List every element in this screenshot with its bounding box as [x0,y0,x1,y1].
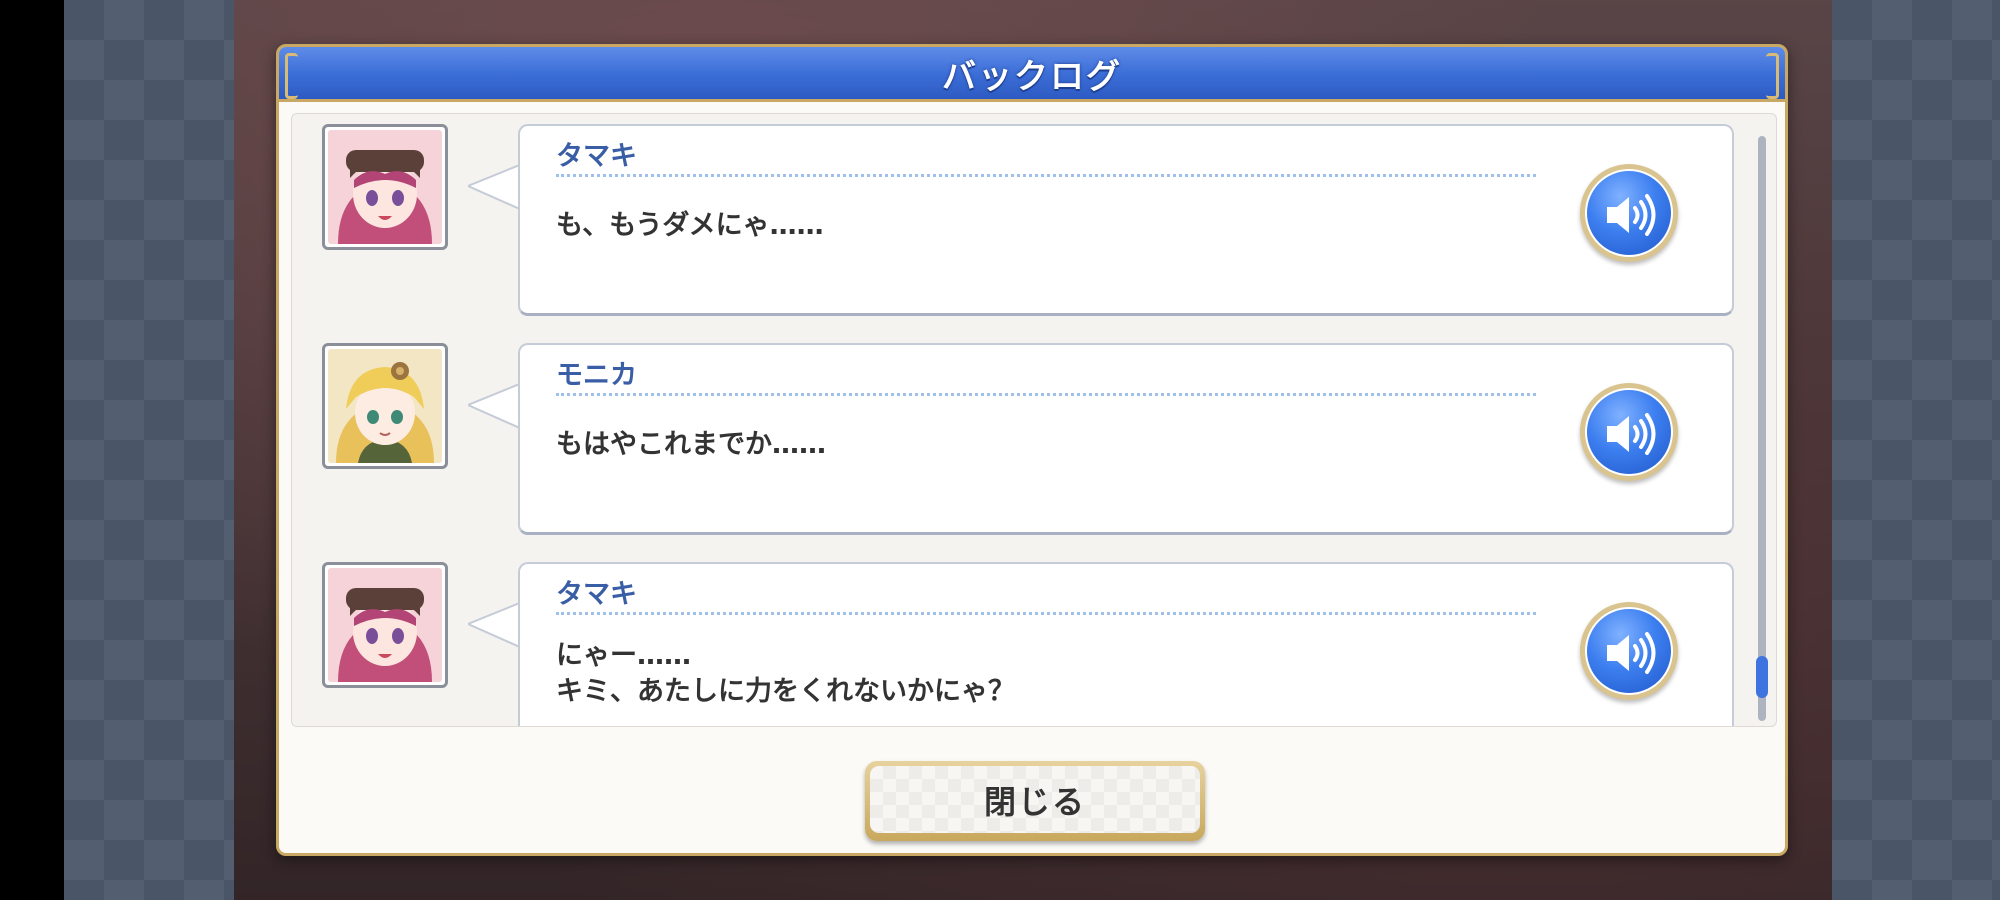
dialog-title-bar: バックログ [279,47,1785,102]
name-divider [556,174,1536,177]
dialogue-text: にゃー…… キミ、あたしに力をくれないかにゃ？ [556,640,1015,707]
speech-bubble: タマキ にゃー…… キミ、あたしに力をくれないかにゃ？ [518,562,1734,726]
backlog-entry: モニカ もはやこれまでか…… [292,343,1734,541]
speaker-name: タマキ [556,579,637,610]
background-pattern-right [1832,0,2000,900]
close-button[interactable]: 閉じる [865,761,1205,841]
speaker-name: モニカ [556,360,637,391]
speaker-icon [1607,194,1656,236]
close-button-label: 閉じる [983,782,1086,821]
voice-replay-button[interactable] [1580,164,1678,262]
tamaki-portrait [322,124,448,250]
backlog-list[interactable]: タマキ も、もうダメにゃ…… モニカ もはやこれまでか…… タマキ にゃー…… … [291,113,1777,727]
speech-bubble: タマキ も、もうダメにゃ…… [518,124,1734,316]
voice-replay-button[interactable] [1580,383,1678,481]
speaker-icon [1607,413,1656,455]
dialogue-text: もはやこれまでか…… [556,429,826,460]
letterbox-left [0,0,64,900]
speech-bubble: モニカ もはやこれまでか…… [518,343,1734,535]
dialogue-text: も、もうダメにゃ…… [556,210,824,241]
monika-portrait [322,343,448,469]
speaker-name: タマキ [556,141,637,172]
speaker-icon [1607,632,1656,674]
name-divider [556,393,1536,396]
backlog-dialog: バックログ タマキ も、もうダメにゃ…… モニカ もはやこれまでか…… タマキ … [276,44,1788,856]
scroll-thumb[interactable] [1756,656,1768,698]
dialog-title: バックログ [942,56,1122,97]
backlog-entry: タマキ も、もうダメにゃ…… [292,124,1734,322]
name-divider [556,612,1536,615]
tamaki-portrait [322,562,448,688]
background-pattern-left [64,0,234,900]
voice-replay-button[interactable] [1580,602,1678,700]
backlog-entry: タマキ にゃー…… キミ、あたしに力をくれないかにゃ？ [292,562,1734,726]
backlog-scrollbar[interactable] [1756,136,1768,721]
